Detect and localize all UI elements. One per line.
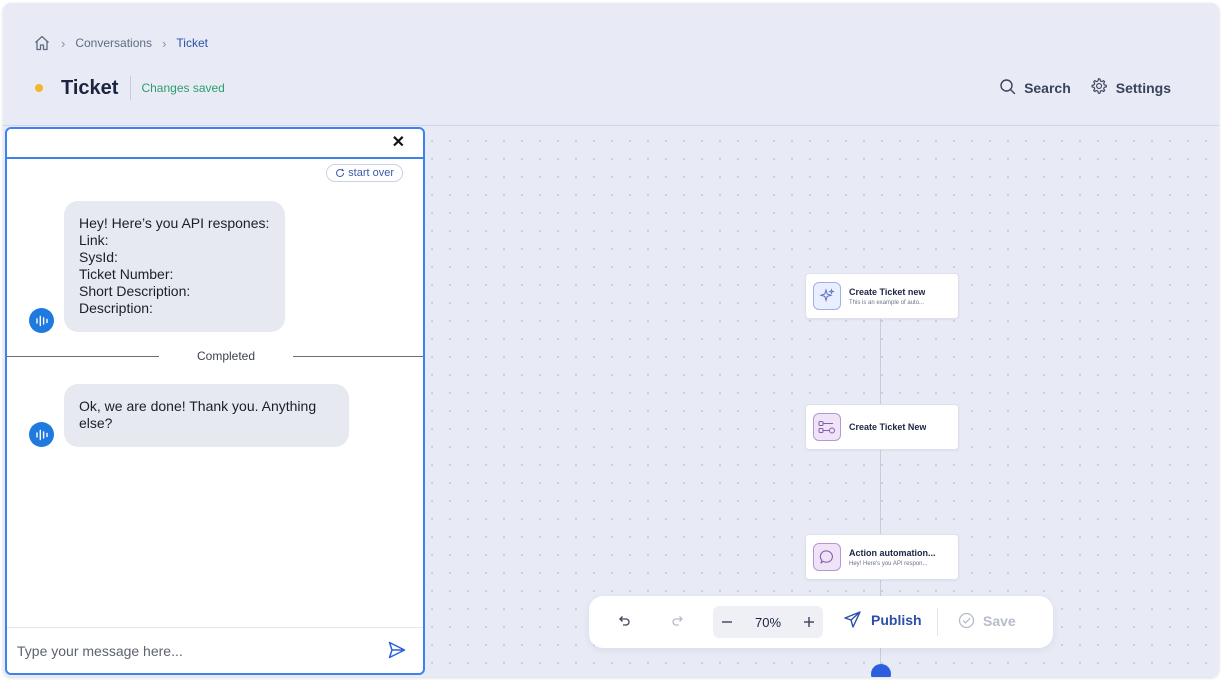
completed-divider: Completed	[7, 349, 423, 363]
send-icon	[388, 641, 406, 659]
flow-node-create-ticket[interactable]: Create Ticket new This is an example of …	[805, 273, 959, 319]
bot-message: Hey! Here’s you API respones: Link: SysI…	[64, 201, 285, 332]
message-line: Description:	[79, 300, 153, 316]
node-subtitle: This is an example of auto...	[849, 299, 925, 306]
bot-message: Ok, we are done! Thank you. Anything els…	[64, 384, 349, 447]
search-icon	[999, 78, 1016, 98]
status-dot	[35, 84, 43, 92]
node-title: Create Ticket New	[849, 422, 927, 432]
page-title: Ticket	[61, 76, 119, 99]
message-line: Ok, we are done! Thank you. Anything	[79, 398, 317, 414]
minus-icon	[722, 621, 732, 623]
toolbar-divider	[937, 608, 938, 636]
chat-panel: ✕ start over Hey! Here’s you API respone…	[5, 127, 425, 675]
add-node-button[interactable]	[871, 664, 891, 677]
breadcrumb-item-ticket: Ticket	[176, 36, 208, 50]
flow-node-action-automation[interactable]: Action automation... Hey! Here's you API…	[805, 534, 959, 580]
flow-node-create-ticket-new[interactable]: Create Ticket New	[805, 404, 959, 450]
search-label: Search	[1024, 80, 1071, 96]
save-status: Changes saved	[141, 81, 225, 95]
refresh-icon	[336, 168, 345, 178]
bot-avatar	[29, 308, 54, 333]
home-icon[interactable]	[33, 34, 51, 52]
zoom-in-button[interactable]	[803, 616, 815, 628]
zoom-out-button[interactable]	[721, 616, 733, 628]
breadcrumb: › Conversations › Ticket	[33, 33, 208, 53]
divider	[130, 76, 132, 100]
gear-icon	[1089, 77, 1108, 99]
chat-bubble-icon	[813, 543, 841, 571]
zoom-level: 70%	[754, 614, 782, 630]
redo-button[interactable]	[671, 614, 685, 628]
search-button[interactable]: Search	[999, 78, 1071, 98]
message-line: SysId:	[79, 249, 118, 265]
title-row: Ticket Changes saved	[33, 75, 225, 101]
publish-button[interactable]: Publish	[843, 610, 922, 629]
message-line: Ticket Number:	[79, 266, 174, 282]
send-icon	[844, 611, 861, 628]
bot-avatar	[29, 422, 54, 447]
completed-label: Completed	[197, 349, 256, 363]
flow-icon	[813, 413, 841, 441]
message-line: Short Description:	[79, 283, 191, 299]
check-circle-icon	[958, 612, 975, 629]
settings-label: Settings	[1115, 80, 1171, 96]
flow-connector	[880, 450, 881, 534]
top-actions: Search Settings	[999, 77, 1171, 99]
chevron-right-icon: ›	[162, 35, 167, 51]
start-over-button[interactable]: start over	[326, 164, 403, 182]
close-icon[interactable]: ✕	[392, 133, 405, 153]
settings-button[interactable]: Settings	[1089, 77, 1171, 99]
node-subtitle: Hey! Here's you API respon...	[849, 560, 928, 567]
redo-icon	[672, 616, 683, 626]
send-button[interactable]	[387, 640, 409, 662]
message-line: Link:	[79, 232, 109, 248]
message-line: Hey! Here’s you API respones:	[79, 215, 270, 231]
zoom-control: 70%	[713, 606, 823, 638]
chat-header: ✕	[7, 129, 423, 159]
chevron-right-icon: ›	[61, 35, 66, 51]
voice-wave-icon	[35, 429, 48, 440]
message-input[interactable]	[17, 640, 367, 662]
chat-input-row	[7, 627, 423, 673]
undo-button[interactable]	[617, 614, 631, 628]
publish-label: Publish	[871, 611, 922, 628]
message-line: else?	[79, 415, 113, 431]
start-over-label: start over	[348, 167, 394, 179]
save-button[interactable]: Save	[958, 612, 1016, 629]
plus-icon	[804, 617, 814, 627]
undo-icon	[619, 616, 630, 626]
breadcrumb-item-conversations[interactable]: Conversations	[75, 36, 152, 50]
flow-connector	[880, 319, 881, 404]
node-title: Create Ticket new	[849, 286, 926, 297]
voice-wave-icon	[35, 315, 48, 326]
sparkle-icon	[813, 282, 841, 310]
node-title: Action automation...	[849, 547, 936, 558]
canvas-toolbar: 70% Publish Save	[589, 596, 1053, 648]
divider-line	[7, 356, 159, 357]
divider-line	[293, 356, 423, 357]
save-label: Save	[983, 612, 1016, 629]
